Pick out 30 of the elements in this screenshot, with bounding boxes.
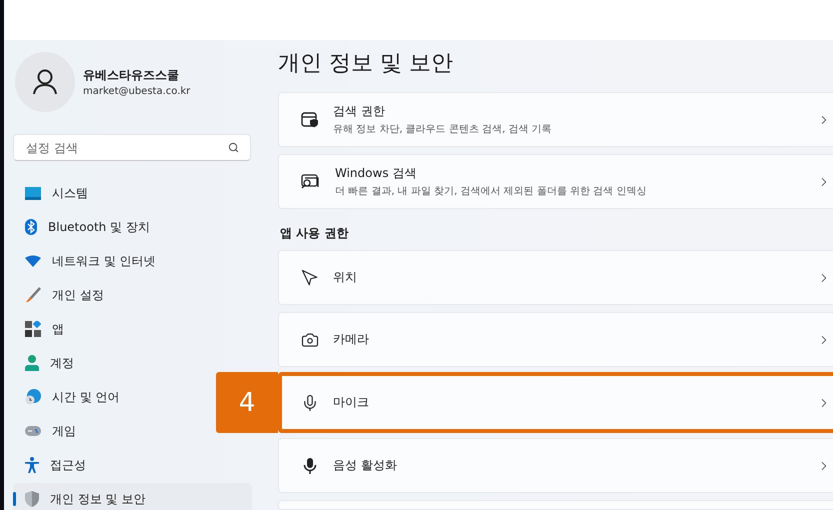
account-email: market@ubesta.co.kr <box>83 86 190 97</box>
setting-card[interactable]: 위치 <box>278 250 833 305</box>
sidebar-item[interactable]: 시스템 <box>13 177 94 209</box>
setting-card[interactable]: 카메라 <box>278 312 833 367</box>
account-name: 유베스타유즈스쿨 <box>83 67 180 84</box>
card-title: Windows 검색 <box>335 165 418 182</box>
card-description: 유해 정보 차단, 클라우드 콘텐츠 검색, 검색 기록 <box>333 123 553 136</box>
setting-card[interactable]: 음성 활성화 <box>278 438 833 493</box>
setting-card[interactable]: 검색 권한 유해 정보 차단, 클라우드 콘텐츠 검색, 검색 기록 <box>278 92 833 147</box>
sidebar-item[interactable]: 네트워크 및 인터넷 <box>13 245 162 277</box>
sidebar-item[interactable]: 개인 설정 <box>13 279 110 311</box>
step-callout: 4 <box>216 372 278 433</box>
sidebar-item[interactable]: 계정 <box>13 347 80 379</box>
card-title: 카메라 <box>333 331 370 348</box>
card-title: 마이크 <box>333 394 370 411</box>
search-field[interactable]: 설정 검색 <box>13 134 251 161</box>
sidebar-item[interactable]: 게임 <box>13 415 82 447</box>
card-title: 위치 <box>333 269 358 286</box>
card-title: 음성 활성화 <box>333 457 398 474</box>
section-heading: 앱 사용 권한 <box>280 225 350 242</box>
sidebar-item[interactable]: 시간 및 언어 <box>13 381 126 413</box>
card-title: 검색 권한 <box>333 103 386 120</box>
sidebar-item[interactable]: 앱 <box>13 313 70 345</box>
sidebar-item[interactable]: 접근성 <box>13 449 92 481</box>
setting-card[interactable]: 마이크 <box>278 372 833 433</box>
card-description: 더 빠른 결과, 내 파일 찾기, 검색에서 제외된 폴더를 위한 검색 인덱싱 <box>335 185 648 198</box>
page-title: 개인 정보 및 보안 <box>278 50 454 78</box>
setting-card[interactable]: Windows 검색 더 빠른 결과, 내 파일 찾기, 검색에서 제외된 폴더를 위한 검색 인덱싱 <box>278 154 833 209</box>
sidebar-item[interactable]: 개인 정보 및 보안 <box>13 483 252 510</box>
sidebar-item[interactable]: Bluetooth 및 장치 <box>13 211 156 243</box>
